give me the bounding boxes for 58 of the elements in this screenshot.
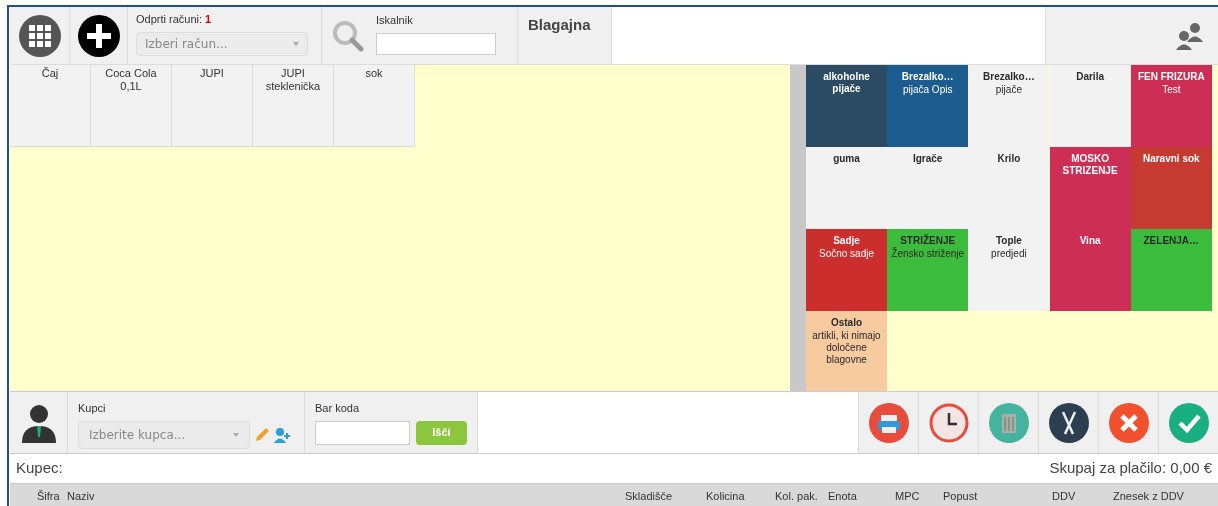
category-tile[interactable]: Brezalko… pijače bbox=[968, 65, 1050, 147]
grid-menu-button[interactable] bbox=[18, 14, 61, 57]
column-header: MPC bbox=[895, 489, 920, 504]
caret-icon bbox=[233, 432, 239, 437]
barcode-field[interactable] bbox=[315, 420, 410, 445]
check-icon bbox=[1168, 402, 1209, 443]
printer-icon bbox=[868, 402, 909, 443]
add-user-icon[interactable] bbox=[274, 426, 290, 443]
product-tile[interactable]: JUPI steklenička bbox=[253, 65, 334, 147]
column-header: Popust bbox=[943, 489, 978, 504]
customer-label: Kupec: bbox=[16, 458, 63, 479]
total-to-pay: Skupaj za plačilo: 0,00 € bbox=[1049, 458, 1212, 479]
category-tile[interactable]: MOSKO STRIZENJE bbox=[1049, 147, 1131, 229]
category-tile[interactable]: Igrače bbox=[887, 147, 969, 229]
search-field[interactable] bbox=[376, 32, 496, 55]
category-tile[interactable]: STRIŽENJE Žensko striženje bbox=[887, 229, 969, 311]
column-header: Naziv bbox=[67, 489, 95, 504]
category-tile[interactable]: Krilo bbox=[968, 147, 1050, 229]
grid-icon bbox=[28, 24, 51, 47]
column-header: DDV bbox=[1052, 489, 1076, 504]
add-button[interactable] bbox=[77, 14, 120, 57]
switch-user-icon[interactable] bbox=[1174, 20, 1204, 51]
category-tile[interactable]: guma bbox=[806, 147, 887, 229]
page-title: Blagajna bbox=[528, 16, 591, 33]
column-header: Znesek z DDV bbox=[1113, 489, 1184, 504]
open-bills-count: 1 bbox=[205, 12, 212, 27]
plus-icon bbox=[86, 23, 111, 48]
category-tile[interactable]: FEN FRIZURA Test bbox=[1130, 65, 1212, 147]
column-header: Šifra bbox=[37, 489, 60, 504]
product-tile[interactable]: Čaj bbox=[10, 65, 91, 147]
product-tile[interactable]: sok bbox=[334, 65, 415, 147]
category-tile[interactable]: Ostalo artikli, ki nimajo določene blagovne bbox=[806, 311, 887, 391]
trash-icon bbox=[988, 402, 1029, 443]
column-header: Kolicina bbox=[706, 489, 745, 504]
pencil-icon[interactable] bbox=[254, 426, 270, 443]
column-header: Kol. pak. bbox=[775, 489, 818, 504]
close-icon bbox=[1108, 402, 1149, 443]
customer-avatar-icon bbox=[19, 402, 58, 443]
category-tile[interactable]: ZELENJA… bbox=[1130, 229, 1212, 311]
category-tile[interactable]: alkoholne pijače bbox=[806, 65, 887, 147]
customers-label: Kupci bbox=[78, 401, 107, 416]
clock-icon bbox=[928, 402, 969, 443]
product-tile[interactable]: JUPI bbox=[172, 65, 253, 147]
category-tile[interactable]: Tople predjedi bbox=[968, 229, 1050, 311]
product-tile[interactable]: Coca Cola 0,1L bbox=[91, 65, 172, 147]
category-tile[interactable]: Darila bbox=[1049, 65, 1131, 147]
column-header: Enota bbox=[828, 489, 857, 504]
search-icon bbox=[332, 19, 364, 52]
cutlery-icon bbox=[1048, 402, 1089, 443]
search-label: Iskalnik bbox=[376, 13, 414, 29]
column-header: Skladišče bbox=[625, 489, 673, 504]
category-tile[interactable]: Sadje Sočno sadje bbox=[806, 229, 887, 311]
category-tile[interactable]: Brezalko… pijača Opis bbox=[887, 65, 969, 147]
open-bills-label: Odprti računi: bbox=[136, 12, 203, 27]
barcode-label: Bar koda bbox=[315, 401, 361, 416]
category-tile[interactable]: Naravni sok bbox=[1130, 147, 1212, 229]
category-tile[interactable]: Vina bbox=[1049, 229, 1131, 311]
caret-icon bbox=[293, 41, 299, 46]
